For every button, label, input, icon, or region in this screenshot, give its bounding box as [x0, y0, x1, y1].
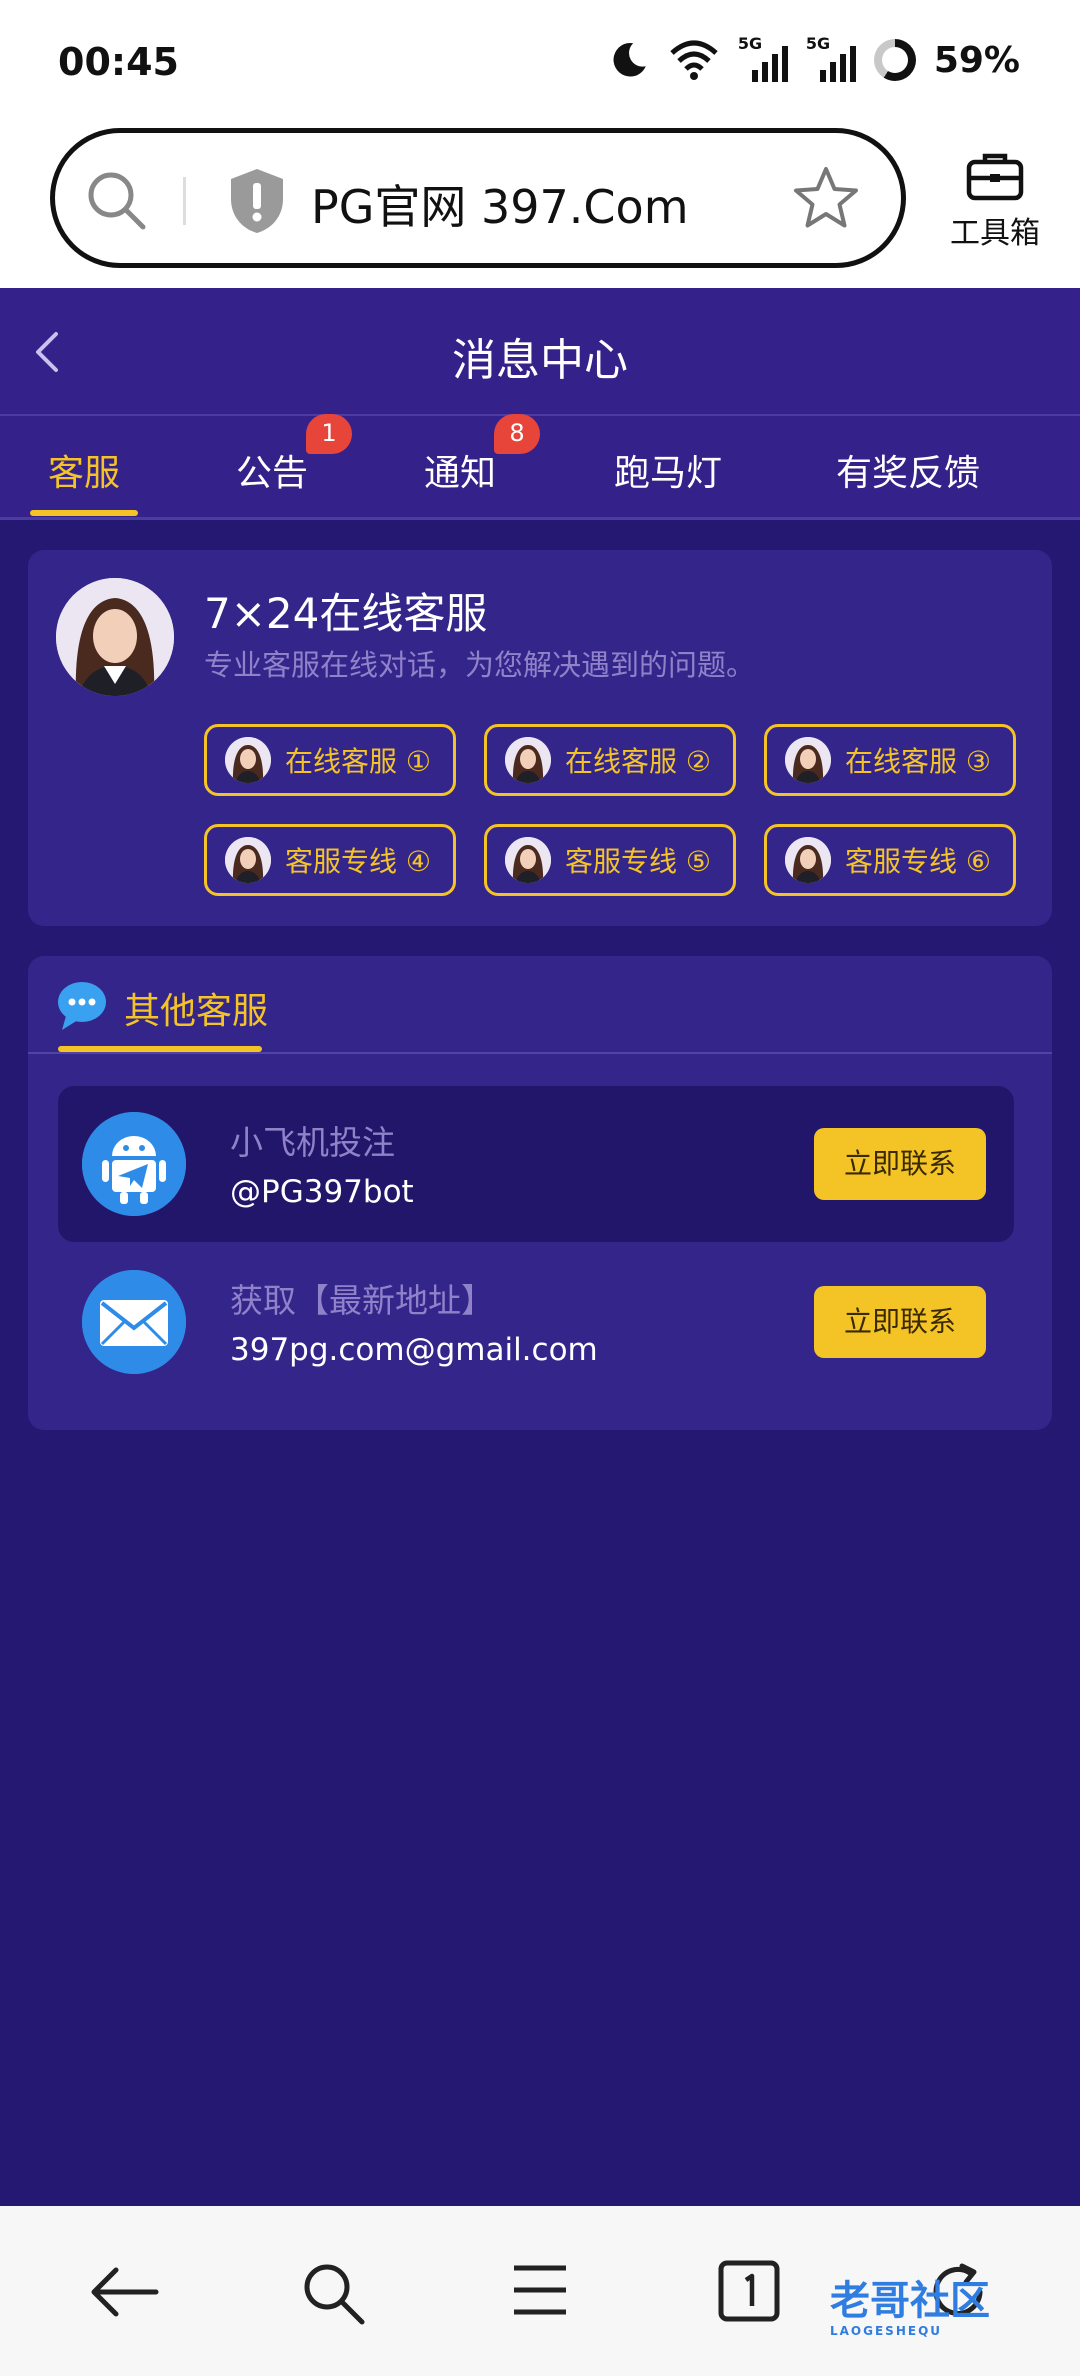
status-icons: 5G 5G 59%: [608, 34, 1020, 82]
chip-label: 客服专线 ④: [285, 845, 432, 878]
tab-feedback[interactable]: 有奖反馈: [836, 444, 980, 496]
tab-announcement[interactable]: 公告 1: [236, 414, 352, 496]
online-support-button-2[interactable]: 在线客服 ②: [484, 724, 736, 796]
contact-now-button[interactable]: 立即联系: [814, 1128, 986, 1200]
watermark-subtext: LAOGESHEQU: [830, 2324, 943, 2338]
contact-now-button[interactable]: 立即联系: [814, 1286, 986, 1358]
chip-label: 客服专线 ⑤: [565, 845, 712, 878]
contact-name: 获取【最新地址】: [230, 1281, 494, 1320]
chip-label: 在线客服 ③: [845, 745, 992, 778]
search-icon[interactable]: [300, 2260, 366, 2326]
avatar: [505, 737, 551, 783]
hotline-button-4[interactable]: 客服专线 ④: [204, 824, 456, 896]
avatar: [225, 737, 271, 783]
chip-label: 客服专线 ⑥: [845, 845, 992, 878]
watermark-text: 老哥社区: [830, 2278, 990, 2324]
avatar: [505, 837, 551, 883]
page-title: 消息中心: [452, 335, 628, 386]
section-title: 其他客服: [124, 991, 269, 1032]
watermark-logo: 老哥社区 LAOGESHEQU: [830, 2268, 990, 2338]
tab-active-indicator: [30, 510, 139, 516]
unread-badge: 1: [306, 414, 352, 454]
list-item: 小飞机投注 @PG397bot 立即联系: [58, 1086, 1014, 1242]
hotline-button-5[interactable]: 客服专线 ⑤: [484, 824, 736, 896]
url-text[interactable]: PG官网 397.Com: [311, 171, 689, 237]
star-icon[interactable]: [790, 163, 862, 235]
avatar: [785, 837, 831, 883]
page-header: 消息中心: [0, 288, 1080, 416]
signal-icon: 5G: [806, 34, 856, 82]
hotline-button-6[interactable]: 客服专线 ⑥: [764, 824, 1016, 896]
tabs-icon[interactable]: [718, 2260, 780, 2322]
tab-bar: 客服 公告 1 通知 8 跑马灯 有奖反馈: [0, 414, 1080, 520]
online-support-button-3[interactable]: 在线客服 ③: [764, 724, 1016, 796]
status-bar: 00:45 5G 5G 59%: [0, 0, 1080, 120]
tab-marquee[interactable]: 跑马灯: [614, 444, 722, 496]
tab-label: 客服: [48, 453, 121, 494]
chip-label: 在线客服 ②: [565, 745, 712, 778]
other-support-card: 其他客服 小飞机投注 @PG397bot 立即联系 获取【最新地址】 397pg…: [28, 956, 1052, 1430]
support-subtitle: 专业客服在线对话，为您解决遇到的问题。: [204, 648, 756, 682]
battery-icon: [873, 39, 916, 81]
avatar: [785, 737, 831, 783]
online-support-card: 7×24在线客服 专业客服在线对话，为您解决遇到的问题。 在线客服 ① 在线客服…: [28, 550, 1052, 926]
back-arrow-icon[interactable]: [88, 2260, 160, 2324]
divider: [183, 177, 186, 225]
avatar: [56, 578, 174, 696]
chat-bubble-icon: [58, 982, 106, 1030]
toolbox-label: 工具箱: [950, 216, 1040, 251]
shield-warning-icon[interactable]: [227, 167, 287, 235]
online-support-button-1[interactable]: 在线客服 ①: [204, 724, 456, 796]
battery-level: 59%: [933, 39, 1020, 81]
toolbox-button[interactable]: 工具箱: [940, 150, 1050, 252]
avatar: [225, 837, 271, 883]
moon-icon: [613, 42, 646, 77]
divider: [28, 1052, 1052, 1054]
tab-label: 跑马灯: [614, 453, 723, 494]
tab-label: 公告: [236, 453, 309, 494]
signal-icon: 5G: [738, 34, 788, 82]
contact-value: 397pg.com@gmail.com: [230, 1332, 598, 1368]
contact-value: @PG397bot: [230, 1174, 414, 1210]
list-item: 获取【最新地址】 397pg.com@gmail.com 立即联系: [58, 1244, 1014, 1400]
toolbox-icon: [966, 153, 1024, 201]
wifi-icon: [670, 40, 718, 80]
tab-label: 通知: [424, 453, 497, 494]
support-title: 7×24在线客服: [204, 589, 488, 638]
contact-name: 小飞机投注: [230, 1123, 395, 1162]
android-telegram-icon: [82, 1112, 186, 1216]
browser-toolbar: PG官网 397.Com 工具箱: [0, 120, 1080, 288]
status-time: 00:45: [58, 40, 179, 84]
mail-icon: [82, 1270, 186, 1374]
chip-label: 在线客服 ①: [285, 745, 432, 778]
menu-icon[interactable]: [512, 2260, 568, 2320]
tab-notification[interactable]: 通知 8: [424, 414, 540, 496]
tab-customer-service[interactable]: 客服: [30, 444, 139, 516]
tab-label: 有奖反馈: [836, 453, 981, 494]
address-bar[interactable]: PG官网 397.Com: [50, 128, 906, 268]
unread-badge: 8: [494, 414, 540, 454]
search-icon[interactable]: [85, 169, 149, 233]
